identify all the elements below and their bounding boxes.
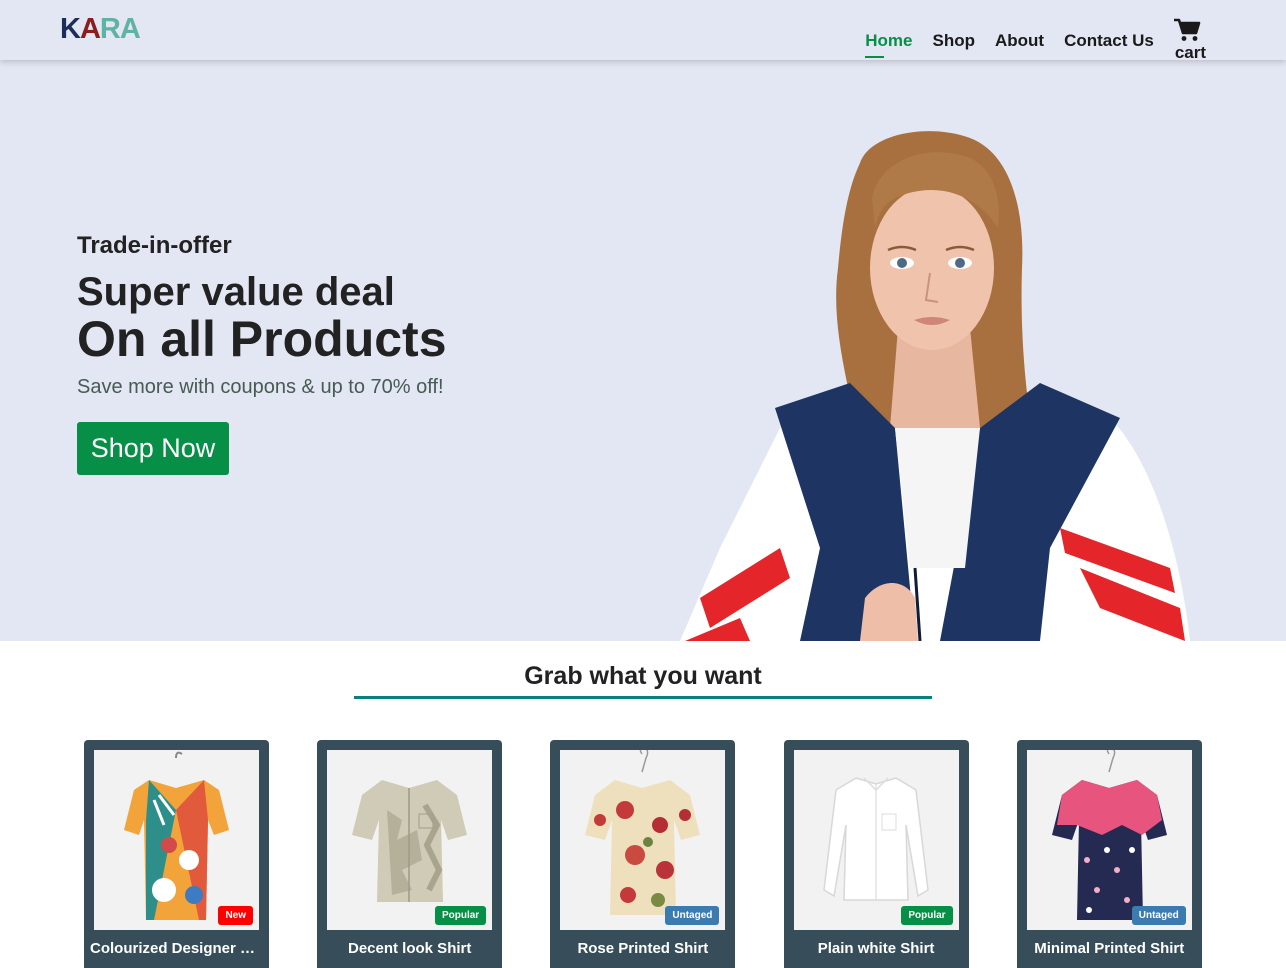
nav-shop[interactable]: Shop xyxy=(932,30,975,52)
nav-contact[interactable]: Contact Us xyxy=(1064,30,1154,52)
product-badge: Popular xyxy=(434,906,487,925)
hero-eyebrow: Trade-in-offer xyxy=(77,232,232,259)
product-badge: Popular xyxy=(901,906,953,925)
nav-about[interactable]: About xyxy=(995,30,1044,52)
logo-letter: K xyxy=(60,13,81,45)
product-card[interactable]: New Colourized Designer Shirt xyxy=(84,740,269,968)
product-card[interactable]: Popular Decent look Shirt xyxy=(317,740,503,968)
colourful-shirt-image xyxy=(124,751,229,920)
beige-shirt-image xyxy=(352,780,468,902)
product-badge: Untaged xyxy=(665,906,720,925)
hero-model-image xyxy=(680,131,1190,641)
product-grid: New Colourized Designer Shirt Popular De… xyxy=(84,740,1202,968)
product-image: Popular xyxy=(327,750,493,930)
logo-letter: A xyxy=(79,13,101,45)
product-name: Minimal Printed Shirt xyxy=(1034,940,1185,957)
cart-link[interactable]: cart xyxy=(1173,18,1206,64)
product-name: Plain white Shirt xyxy=(817,940,935,957)
hero-headline: Super value deal xyxy=(77,270,395,314)
hero-banner: Trade-in-offer Super value deal On all P… xyxy=(0,60,1286,641)
rose-shirt-image xyxy=(585,750,701,915)
product-card[interactable]: Untaged Rose Printed Shirt xyxy=(550,740,736,968)
product-image: New xyxy=(94,750,259,930)
product-card[interactable]: Popular Plain white Shirt xyxy=(783,740,969,968)
cart-icon xyxy=(1173,18,1201,41)
nav-home[interactable]: Home xyxy=(865,30,912,58)
product-image: Untaged xyxy=(1026,750,1192,930)
white-shirt-image xyxy=(822,777,929,901)
section-title-underline xyxy=(354,696,932,699)
shop-now-button[interactable]: Shop Now xyxy=(77,422,229,475)
product-name: Colourized Designer Shirt xyxy=(90,940,263,957)
product-name: Rose Printed Shirt xyxy=(577,940,709,957)
logo-letter: A xyxy=(119,13,141,45)
product-name: Decent look Shirt xyxy=(348,940,472,957)
logo-letter: R xyxy=(99,13,121,45)
site-header: KARA Home Shop About Contact Us cart xyxy=(0,0,1286,62)
product-badge: Untaged xyxy=(1131,906,1186,925)
product-card[interactable]: Untaged Minimal Printed Shirt xyxy=(1016,740,1202,968)
hero-title: On all Products xyxy=(77,311,447,367)
section-title: Grab what you want xyxy=(524,662,762,690)
product-image: Untaged xyxy=(560,750,726,930)
logo[interactable]: KARA xyxy=(60,13,141,45)
main-nav: Home Shop About Contact Us cart xyxy=(845,18,1206,64)
hero-subtext: Save more with coupons & up to 70% off! xyxy=(77,376,444,398)
navy-floral-shirt-image xyxy=(1051,750,1167,920)
product-image: Popular xyxy=(793,750,959,930)
cart-label: cart xyxy=(1174,43,1206,62)
product-badge: New xyxy=(218,906,253,925)
